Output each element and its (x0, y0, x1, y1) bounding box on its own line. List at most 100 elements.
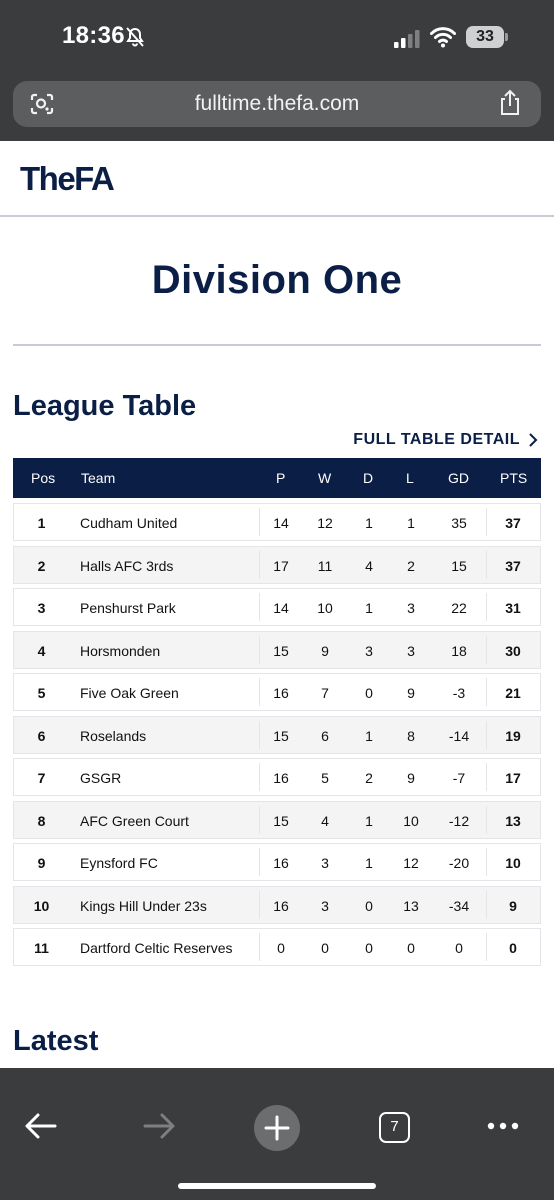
url-text[interactable]: fulltime.thefa.com (13, 92, 541, 116)
row-team[interactable]: Dartford Celtic Reserves (80, 940, 233, 956)
row-lost: 0 (407, 940, 415, 957)
league-table-heading: League Table (13, 390, 197, 422)
row-lost: 13 (403, 897, 419, 914)
row-lost: 3 (407, 642, 415, 659)
site-header: TheFA (0, 141, 554, 217)
header-w: W (318, 470, 332, 486)
page-title: Division One (151, 258, 403, 302)
row-won: 10 (317, 600, 333, 617)
row-lost: 8 (407, 727, 415, 744)
table-row[interactable]: 2 Halls AFC 3rds 17 11 4 2 15 37 (13, 545, 541, 584)
more-icon[interactable] (487, 1121, 519, 1131)
header-pts: PTS (500, 470, 528, 486)
table-row[interactable]: 7 GSGR 16 5 2 9 -7 17 (13, 758, 541, 797)
row-team[interactable]: Eynsford FC (80, 855, 158, 871)
divider (13, 344, 541, 346)
row-goal-diff: 15 (451, 557, 467, 574)
row-goal-diff: 18 (451, 642, 467, 659)
row-lost: 9 (407, 770, 415, 787)
back-arrow-icon[interactable] (24, 1112, 58, 1140)
row-played: 0 (277, 940, 285, 957)
row-played: 15 (273, 812, 289, 829)
row-won: 5 (321, 770, 329, 787)
table-row[interactable]: 8 AFC Green Court 15 4 1 10 -12 13 (13, 800, 541, 839)
table-row[interactable]: 5 Five Oak Green 16 7 0 9 -3 21 (13, 673, 541, 712)
row-pos: 7 (37, 770, 46, 787)
forward-arrow-icon[interactable] (142, 1112, 176, 1140)
row-played: 15 (273, 727, 289, 744)
row-goal-diff: -3 (452, 685, 466, 702)
row-won: 9 (321, 642, 329, 659)
address-bar[interactable]: fulltime.thefa.com (13, 81, 541, 127)
latest-heading: Latest (13, 1025, 99, 1057)
row-pos: 1 (37, 515, 46, 531)
row-goal-diff: -20 (448, 855, 470, 872)
table-row[interactable]: 4 Horsmonden 15 9 3 3 18 30 (13, 630, 541, 669)
row-pos: 11 (34, 940, 49, 957)
row-team[interactable]: Halls AFC 3rds (80, 558, 173, 574)
table-row[interactable]: 11 Dartford Celtic Reserves 0 0 0 0 0 0 (13, 928, 541, 967)
row-team[interactable]: Horsmonden (80, 643, 160, 659)
row-lost: 1 (407, 515, 415, 531)
row-won: 6 (321, 727, 329, 744)
row-played: 16 (273, 855, 289, 872)
header-p: P (276, 470, 286, 486)
battery-indicator: 33 (466, 26, 504, 48)
home-indicator[interactable] (178, 1183, 376, 1189)
row-points: 21 (505, 685, 521, 702)
new-tab-icon[interactable] (254, 1105, 300, 1151)
table-row[interactable]: 3 Penshurst Park 14 10 1 3 22 31 (13, 588, 541, 627)
row-team[interactable]: Cudham United (80, 515, 177, 531)
row-played: 15 (273, 642, 289, 659)
row-won: 7 (321, 685, 329, 702)
row-team[interactable]: Kings Hill Under 23s (80, 898, 207, 914)
table-row[interactable]: 1 Cudham United 14 12 1 1 35 37 (13, 503, 541, 541)
row-drawn: 1 (365, 515, 373, 531)
header-l: L (406, 470, 414, 486)
row-pos: 5 (37, 685, 46, 702)
row-team[interactable]: GSGR (80, 770, 121, 786)
share-icon[interactable] (497, 89, 523, 117)
tabs-icon[interactable]: 7 (379, 1112, 410, 1143)
table-row[interactable]: 10 Kings Hill Under 23s 16 3 0 13 -34 9 (13, 885, 541, 924)
status-time: 18:36 (62, 22, 125, 49)
row-points: 37 (505, 557, 521, 574)
row-goal-diff: 22 (451, 600, 467, 617)
header-d: D (363, 470, 374, 486)
header-pos: Pos (31, 470, 56, 486)
bell-slash-icon (126, 27, 144, 47)
row-team[interactable]: Roselands (80, 728, 146, 744)
battery-tip (505, 33, 508, 41)
row-won: 3 (321, 897, 329, 914)
row-lost: 10 (403, 812, 419, 829)
row-lost: 9 (407, 685, 415, 702)
row-team[interactable]: Five Oak Green (80, 685, 179, 701)
row-pos: 4 (37, 642, 46, 659)
row-goal-diff: 0 (455, 940, 463, 957)
row-team[interactable]: Penshurst Park (80, 600, 176, 616)
table-row[interactable]: 6 Roselands 15 6 1 8 -14 19 (13, 715, 541, 754)
row-points: 37 (505, 515, 521, 531)
row-goal-diff: -34 (448, 897, 470, 914)
header-gd: GD (448, 470, 469, 486)
row-points: 19 (505, 727, 521, 744)
row-played: 17 (273, 557, 289, 574)
row-points: 9 (509, 897, 517, 914)
row-lost: 12 (403, 855, 419, 872)
full-table-detail-label[interactable]: FULL TABLE DETAIL (353, 431, 520, 449)
row-team[interactable]: AFC Green Court (80, 813, 189, 829)
full-table-detail-link[interactable]: FULL TABLE DETAIL (353, 431, 538, 449)
row-pos: 3 (37, 600, 46, 617)
table-row[interactable]: 9 Eynsford FC 16 3 1 12 -20 10 (13, 843, 541, 882)
row-played: 16 (273, 770, 289, 787)
row-goal-diff: 35 (451, 515, 467, 531)
row-pos: 10 (33, 897, 50, 914)
row-drawn: 2 (365, 770, 373, 787)
row-pos: 9 (37, 855, 46, 872)
row-won: 11 (317, 557, 333, 574)
browser-bottom-toolbar: 7 (0, 1068, 554, 1200)
row-drawn: 4 (365, 557, 373, 574)
league-table-rows: 1 Cudham United 14 12 1 1 35 37 2 Halls … (13, 503, 541, 971)
fa-logo[interactable]: TheFA (20, 160, 115, 198)
chevron-right-icon (529, 433, 538, 447)
